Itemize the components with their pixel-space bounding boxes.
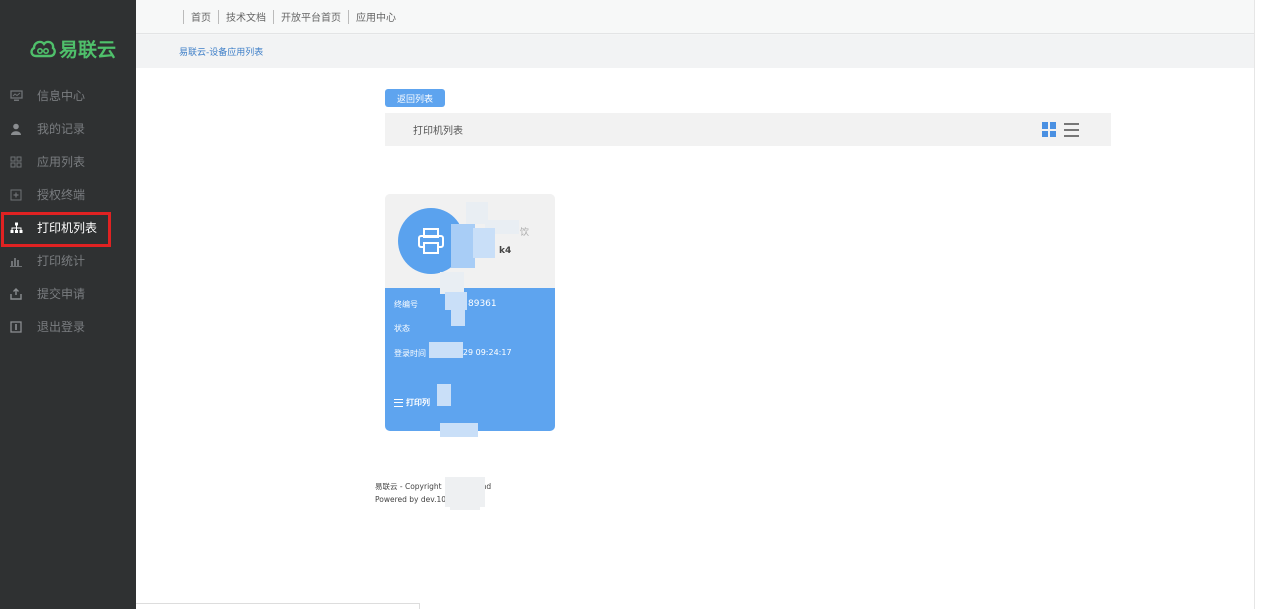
bar-chart-icon xyxy=(9,254,23,268)
redaction-block xyxy=(440,423,478,437)
top-nav: 首页 技术文档 开放平台首页 应用中心 xyxy=(176,9,396,24)
sidebar-item-label: 信息中心 xyxy=(37,89,86,103)
list-title: 打印机列表 xyxy=(413,126,463,137)
print-list-link[interactable]: 打印列 xyxy=(394,397,430,408)
sidebar-item-my-records[interactable]: 我的记录 xyxy=(0,112,136,145)
sidebar-item-print-stats[interactable]: 打印统计 xyxy=(0,244,136,277)
page-scrollbar[interactable] xyxy=(1254,0,1261,609)
breadcrumb[interactable]: 易联云-设备应用列表 xyxy=(179,45,263,58)
redaction-block xyxy=(440,272,464,294)
print-list-link-label: 打印列 xyxy=(406,398,430,407)
sidebar-item-label: 应用列表 xyxy=(37,155,86,169)
terminal-plus-icon xyxy=(9,188,23,202)
menu-icon xyxy=(394,398,403,407)
printer-icon xyxy=(418,228,444,254)
terminal-number-value: 89361 xyxy=(468,299,497,309)
printer-name: 饮 xyxy=(520,228,530,238)
list-header: 打印机列表 xyxy=(385,113,1111,146)
grid-view-icon[interactable] xyxy=(1042,122,1057,137)
nav-divider xyxy=(218,9,219,24)
top-nav-bar: 首页 技术文档 开放平台首页 应用中心 xyxy=(136,0,1254,34)
view-toggles xyxy=(1042,122,1079,137)
sidebar-item-submit-request[interactable]: 提交申请 xyxy=(0,277,136,310)
redaction-block xyxy=(450,492,480,510)
sidebar-item-label: 打印机列表 xyxy=(37,221,98,235)
redaction-block xyxy=(451,298,465,326)
login-time-label: 登录时间 xyxy=(394,349,426,358)
main-content: 返回列表 打印机列表 饮 型号：k4 终编号 89361 状态 登录时间 xyxy=(136,68,1254,609)
footer-copyright: 易联云 - Copyright xyxy=(375,482,442,491)
bottom-tooltip-edge xyxy=(136,603,420,609)
nav-divider xyxy=(273,9,274,24)
redaction-block xyxy=(473,228,495,258)
redaction-block xyxy=(451,224,475,268)
sidebar-item-label: 退出登录 xyxy=(37,320,86,334)
sidebar-item-label: 打印统计 xyxy=(37,254,86,268)
sidebar: 易联云 信息中心 我的记录 应用列表 授权终端 打印机列表 打印统计 提交申请 … xyxy=(0,0,136,609)
status-label: 状态 xyxy=(394,324,410,333)
sitemap-icon xyxy=(9,221,23,235)
redaction-block xyxy=(429,342,463,358)
logo-text: 易联云 xyxy=(59,38,117,61)
printer-card-details: 终编号 89361 状态 登录时间 -29 09:24:17 打印列 xyxy=(385,288,555,431)
monitor-icon xyxy=(9,89,23,103)
logo[interactable]: 易联云 xyxy=(30,33,116,63)
nav-divider xyxy=(183,9,184,24)
cloud-logo-icon xyxy=(30,40,56,58)
redaction-block xyxy=(437,384,451,406)
upload-icon xyxy=(9,287,23,301)
nav-link-open-platform[interactable]: 开放平台首页 xyxy=(281,9,341,24)
nav-link-docs[interactable]: 技术文档 xyxy=(226,9,266,24)
login-time-value: -29 09:24:17 xyxy=(460,348,512,357)
nav-divider xyxy=(348,9,349,24)
nav-link-app-center[interactable]: 应用中心 xyxy=(356,9,396,24)
terminal-number-label: 终编号 xyxy=(394,300,418,309)
sidebar-item-authorize-terminal[interactable]: 授权终端 xyxy=(0,178,136,211)
apps-grid-icon xyxy=(9,155,23,169)
back-to-list-button[interactable]: 返回列表 xyxy=(385,89,445,107)
user-icon xyxy=(9,122,23,136)
sidebar-item-printer-list[interactable]: 打印机列表 xyxy=(0,211,136,247)
sidebar-item-logout[interactable]: 退出登录 xyxy=(0,310,136,343)
sidebar-item-info-center[interactable]: 信息中心 xyxy=(0,79,136,112)
printer-card[interactable]: 饮 型号：k4 终编号 89361 状态 登录时间 -29 09:24:17 打… xyxy=(385,194,555,431)
logout-icon xyxy=(9,320,23,334)
breadcrumb-bar: 易联云-设备应用列表 xyxy=(136,35,1254,68)
sidebar-item-label: 我的记录 xyxy=(37,122,86,136)
sidebar-item-label: 授权终端 xyxy=(37,188,86,202)
sidebar-item-label: 提交申请 xyxy=(37,287,86,301)
list-view-icon[interactable] xyxy=(1064,122,1079,137)
sidebar-menu: 信息中心 我的记录 应用列表 授权终端 打印机列表 打印统计 提交申请 退出登录 xyxy=(0,79,136,343)
nav-link-home[interactable]: 首页 xyxy=(191,9,211,24)
sidebar-item-app-list[interactable]: 应用列表 xyxy=(0,145,136,178)
